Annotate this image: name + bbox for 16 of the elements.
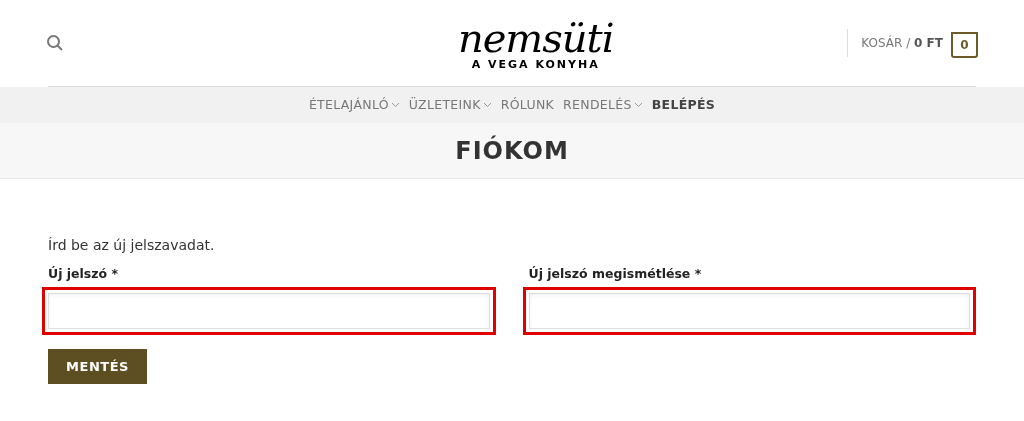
cart-count[interactable]: 0: [951, 32, 978, 58]
intro-text: Írd be az új jelszavadat.: [48, 236, 216, 255]
input-field[interactable]: [48, 292, 490, 329]
cart-link[interactable]: KOSÁR / 0 FT: [861, 34, 943, 52]
save-button[interactable]: MENTÉS: [48, 348, 147, 384]
page-title: FIÓKOM: [455, 134, 569, 167]
field-label: Új jelszó *: [48, 265, 120, 283]
nav-link[interactable]: BELÉPÉS: [651, 95, 716, 115]
nav-link[interactable]: RENDELÉS: [563, 95, 643, 115]
nav-link[interactable]: ÉTELAJÁNLÓ: [308, 95, 400, 115]
input-field[interactable]: [528, 292, 970, 329]
search-icon[interactable]: [46, 34, 64, 52]
field-label: Új jelszó megismétlése *: [528, 265, 703, 283]
nav-link[interactable]: ÜZLETEINK: [408, 95, 492, 115]
nav-link[interactable]: RÓLUNK: [500, 95, 555, 115]
logo[interactable]: nemsüti A VEGA KONYHA: [457, 18, 614, 74]
